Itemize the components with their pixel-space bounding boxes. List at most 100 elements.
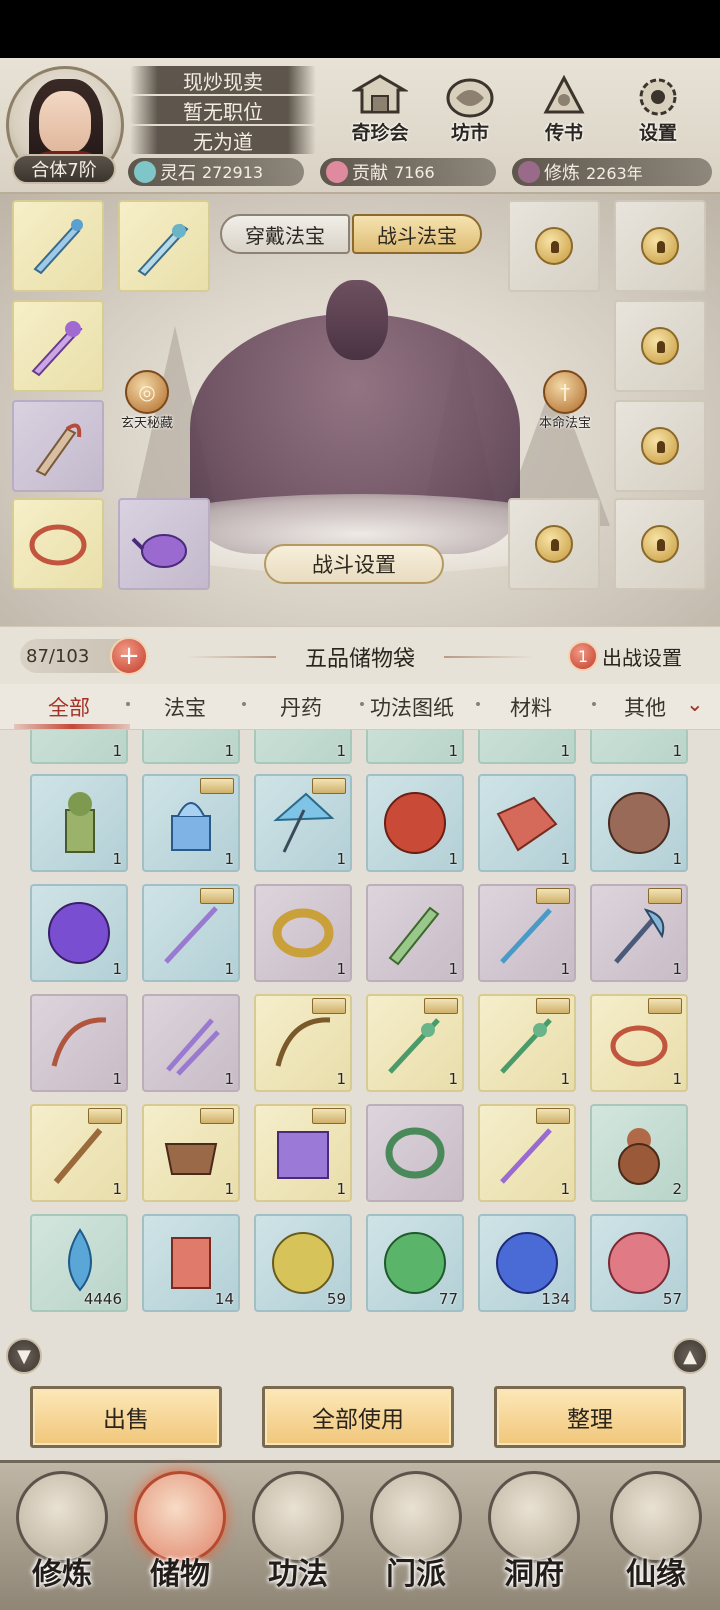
- equip-slot[interactable]: [118, 498, 210, 590]
- nav-cultivate[interactable]: 修炼: [6, 1471, 118, 1610]
- item-quantity: 1: [560, 850, 570, 868]
- item-cell[interactable]: 1: [478, 994, 576, 1092]
- item-cell[interactable]: 1: [30, 1104, 128, 1202]
- use-all-button[interactable]: 全部使用: [262, 1386, 454, 1448]
- locked-slot[interactable]: [508, 200, 600, 292]
- item-cell[interactable]: 1: [142, 1104, 240, 1202]
- nav-storage[interactable]: 储物: [124, 1471, 236, 1610]
- action-bar: 出售 全部使用 整理: [0, 1350, 720, 1460]
- item-quantity: 1: [448, 960, 458, 978]
- item-cell[interactable]: 1: [478, 884, 576, 982]
- equip-slot[interactable]: [12, 400, 104, 492]
- item-cell[interactable]: 1: [590, 774, 688, 872]
- item-cell[interactable]: 4446: [30, 1214, 128, 1312]
- tab-wear-treasure[interactable]: 穿戴法宝: [220, 214, 350, 254]
- jade-seal-icon: [65, 792, 95, 853]
- locked-slot[interactable]: [614, 498, 706, 590]
- lock-icon: [535, 227, 573, 265]
- scroll-up-icon[interactable]: ▲: [672, 1338, 708, 1374]
- item-cell[interactable]: 2: [590, 1104, 688, 1202]
- item-cell[interactable]: 1: [366, 884, 464, 982]
- item-cell[interactable]: 57: [590, 1214, 688, 1312]
- item-cell[interactable]: 1: [366, 994, 464, 1092]
- tab-pills[interactable]: 丹药: [280, 692, 322, 722]
- realm-badge: 合体7阶: [12, 154, 116, 184]
- item-cell[interactable]: 1: [142, 730, 240, 764]
- natal-treasure-button[interactable]: † 本命法宝: [530, 370, 600, 431]
- cauldron-icon: [164, 1143, 218, 1175]
- locked-slot[interactable]: [614, 400, 706, 492]
- tab-materials[interactable]: 材料: [510, 692, 552, 722]
- item-cell[interactable]: 1: [366, 730, 464, 764]
- gear-icon: [630, 72, 686, 122]
- item-cell[interactable]: [366, 1104, 464, 1202]
- item-cell[interactable]: 1: [30, 730, 128, 764]
- chevron-down-icon[interactable]: ⌄: [686, 692, 704, 722]
- item-quantity: 1: [112, 1070, 122, 1088]
- locked-slot[interactable]: [614, 300, 706, 392]
- avatar-face: [39, 91, 91, 153]
- item-cell[interactable]: 1: [590, 994, 688, 1092]
- jade-ruler-icon: [388, 906, 440, 966]
- item-cell[interactable]: 1: [142, 774, 240, 872]
- equip-slot[interactable]: [12, 498, 104, 590]
- item-cell[interactable]: 1: [478, 774, 576, 872]
- treasure-pavilion-button[interactable]: 奇珍会: [340, 72, 420, 152]
- umbrella-icon: [273, 792, 335, 853]
- tab-all[interactable]: 全部: [48, 692, 90, 722]
- equip-slot[interactable]: [12, 200, 104, 292]
- tab-other[interactable]: 其他: [624, 692, 666, 722]
- locked-slot[interactable]: [614, 200, 706, 292]
- item-cell[interactable]: 14: [142, 1214, 240, 1312]
- item-cell[interactable]: 1: [30, 884, 128, 982]
- nav-fate[interactable]: 仙缘: [600, 1471, 712, 1610]
- mystic-vault-label: 玄天秘藏: [120, 416, 173, 431]
- item-quantity: 1: [112, 960, 122, 978]
- item-cell[interactable]: 1: [590, 730, 688, 764]
- nav-cave[interactable]: 洞府: [478, 1471, 590, 1610]
- tab-technique-scrolls[interactable]: 功法图纸: [370, 692, 454, 722]
- equip-slot[interactable]: [118, 200, 210, 292]
- item-cell[interactable]: 1: [254, 884, 352, 982]
- item-cell[interactable]: 1: [254, 774, 352, 872]
- item-cell[interactable]: 1: [478, 730, 576, 764]
- locked-slot[interactable]: [508, 498, 600, 590]
- item-cell[interactable]: 1: [254, 994, 352, 1092]
- item-quantity: 1: [336, 850, 346, 868]
- scroll-down-icon[interactable]: ▼: [6, 1338, 42, 1374]
- item-cell[interactable]: 77: [366, 1214, 464, 1312]
- sort-button[interactable]: 整理: [494, 1386, 686, 1448]
- item-cell[interactable]: 59: [254, 1214, 352, 1312]
- item-cell[interactable]: 1: [30, 994, 128, 1092]
- battle-settings-button[interactable]: 战斗设置: [264, 544, 444, 584]
- item-quantity: 1: [560, 960, 570, 978]
- jade-sword-icon: [388, 1018, 440, 1074]
- item-cell[interactable]: 1: [30, 774, 128, 872]
- tab-treasure[interactable]: 法宝: [164, 692, 206, 722]
- tab-battle-treasure[interactable]: 战斗法宝: [352, 214, 482, 254]
- gourd-icon: [618, 1128, 660, 1185]
- item-cell[interactable]: 1: [478, 1104, 576, 1202]
- active-tab-underline: [14, 724, 130, 729]
- item-cell[interactable]: 1: [366, 774, 464, 872]
- ring-icon: [610, 1025, 668, 1067]
- item-cell[interactable]: 1: [254, 1104, 352, 1202]
- market-button[interactable]: 坊市: [430, 72, 510, 152]
- letter-button[interactable]: 传书: [524, 72, 604, 152]
- teapot-icon: [131, 534, 187, 568]
- item-cell[interactable]: 1: [590, 884, 688, 982]
- equip-slot[interactable]: [12, 300, 104, 392]
- item-cell[interactable]: 1: [254, 730, 352, 764]
- nav-sect[interactable]: 门派: [360, 1471, 472, 1610]
- mystic-vault-button[interactable]: ◎ 玄天秘藏: [112, 370, 182, 431]
- expand-bag-button[interactable]: +: [110, 637, 148, 675]
- item-cell[interactable]: 1: [142, 994, 240, 1092]
- lock-icon: [641, 327, 679, 365]
- separator-dot: [126, 702, 130, 706]
- deploy-settings-button[interactable]: 1 出战设置: [568, 637, 716, 675]
- item-cell[interactable]: 1: [142, 884, 240, 982]
- sell-button[interactable]: 出售: [30, 1386, 222, 1448]
- item-cell[interactable]: 134: [478, 1214, 576, 1312]
- settings-button[interactable]: 设置: [618, 72, 698, 152]
- nav-techniques[interactable]: 功法: [242, 1471, 354, 1610]
